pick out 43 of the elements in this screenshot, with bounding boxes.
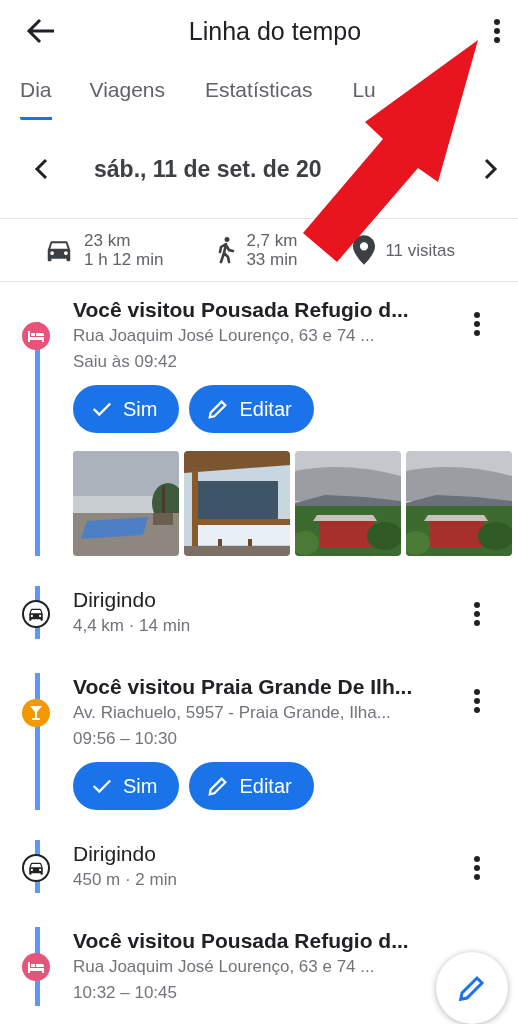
cocktail-glass-icon [30,706,42,720]
tab[interactable]: Viagens [89,62,166,120]
entry-detail: 4,4 km · 14 min [73,615,192,637]
summary-text: 23 km 1 h 12 min [84,231,164,269]
walking-person-icon [216,236,237,264]
summary-text: 11 visitas [385,240,456,260]
confirm-button[interactable]: Sim [73,385,180,433]
summary-text: 2,7 km 33 min [246,231,298,269]
more-icon [474,602,480,626]
entry-title: Você visitou Praia Grande De Ilh... [73,674,414,700]
entry-title: Você visitou Pousada Refugio d... [73,928,410,954]
edit-button[interactable]: Editar [189,385,314,433]
entry-title: Dirigindo [73,841,157,867]
tab[interactable]: Dia [20,62,52,120]
entry-address: Av. Riachuelo, 5957 - Praia Grande, Ilha... [73,702,392,724]
pencil-icon [207,398,230,420]
entry-time: Saiu às 09:42 [73,351,178,373]
bed-icon [28,330,44,342]
edit-button[interactable]: Editar [189,762,314,810]
more-icon [474,856,480,880]
more-icon [474,312,480,336]
entry-title: Dirigindo [73,587,157,613]
back-arrow-icon [26,18,56,44]
location-pin-icon [353,235,376,265]
pencil-icon [207,775,230,797]
entry-title: Você visitou Pousada Refugio d... [73,297,410,323]
date-label: sáb., 11 de set. de 20 [93,155,323,183]
bed-icon [28,961,44,973]
entry-time: 10:32 – 10:45 [73,982,178,1004]
confirm-button[interactable]: Sim [73,762,180,810]
edit-fab-button[interactable] [436,952,508,1024]
tab[interactable]: Lu [352,62,376,120]
chevron-left-icon [34,158,48,180]
entry-address: Rua Joaquim José Lourenço, 63 e 74 ... [73,956,376,978]
chevron-right-icon [484,158,498,180]
pencil-icon [457,973,487,1003]
entry-detail: 450 m · 2 min [73,869,178,891]
entry-time: 09:56 – 10:30 [73,728,178,750]
screen-title: Linha do tempo [187,16,363,46]
tab[interactable]: Estatísticas [205,62,313,120]
more-icon [494,19,500,43]
more-icon [474,689,480,713]
entry-address: Rua Joaquim José Lourenço, 63 e 74 ... [73,325,376,347]
